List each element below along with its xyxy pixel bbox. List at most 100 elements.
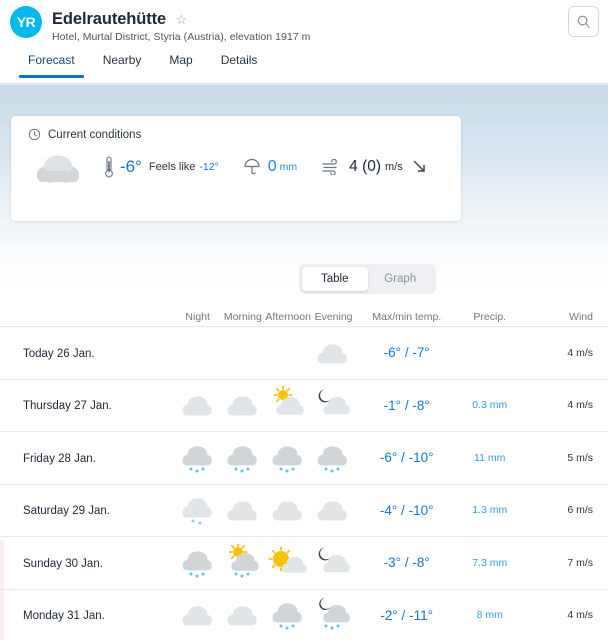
current-precipitation-unit: mm — [279, 161, 298, 173]
day-label: Friday 28 Jan. — [23, 452, 96, 465]
temperature-range: -3° / -8° — [356, 555, 457, 570]
view-toggle: Table Graph — [299, 264, 436, 294]
partly-sunny-snow-icon — [220, 543, 265, 583]
table-row[interactable]: Monday 31 Jan. -2° / -11° 8 mm 4 m/s — [0, 590, 608, 640]
search-icon — [577, 15, 590, 28]
snow-icon — [175, 543, 220, 583]
arrow-south-east-icon — [413, 160, 425, 172]
temp-min: -7° — [412, 345, 430, 361]
wind-value: 4 m/s — [567, 399, 593, 412]
forecast-table-header: Night Morning Afternoon Evening Max/min … — [0, 303, 608, 327]
temp-separator: / — [401, 450, 405, 466]
feels-like-value: -12° — [199, 161, 219, 173]
snow-icon — [311, 438, 356, 478]
precipitation-value: 11 mm — [474, 451, 506, 464]
tab-details-label: Details — [220, 53, 258, 67]
page-title: Edelrautehütte — [52, 10, 167, 28]
light-snow-icon — [175, 490, 220, 530]
toggle-graph-button[interactable]: Graph — [368, 267, 434, 291]
tab-forecast-label: Forecast — [28, 53, 75, 67]
page-header: YR Edelrautehütte ☆ Hotel, Murtal Distri… — [0, 0, 608, 48]
tab-forecast[interactable]: Forecast — [14, 48, 89, 78]
temp-max: -2° — [380, 607, 398, 623]
wind-value: 4 m/s — [567, 609, 593, 622]
temperature-range: -4° / -10° — [356, 503, 457, 518]
temperature-range: -6° / -10° — [356, 450, 457, 465]
toggle-table-button[interactable]: Table — [302, 267, 368, 291]
cloudy-icon — [220, 385, 265, 425]
precipitation-value: 1.3 mm — [472, 504, 508, 517]
column-header-morning: Morning — [223, 311, 262, 323]
clock-icon — [28, 128, 41, 141]
temp-min: -11° — [409, 607, 433, 623]
temp-separator: / — [401, 502, 405, 518]
temp-max: -1° — [383, 397, 402, 413]
wind-value: 6 m/s — [567, 504, 593, 517]
partly-moon-snow-icon — [311, 595, 356, 635]
cloudy-icon — [311, 333, 356, 373]
temp-max: -6° — [383, 345, 402, 361]
column-header-temp: Max/min temp. — [372, 311, 442, 323]
column-header-wind: Wind — [569, 311, 593, 323]
cloudy-icon — [311, 490, 356, 530]
cloudy-icon — [175, 385, 220, 425]
star-outline-icon[interactable]: ☆ — [176, 12, 188, 28]
table-row[interactable]: Saturday 29 Jan. -4° / -10° 1.3 mm 6 m/s — [0, 485, 608, 537]
temperature-range: -1° / -8° — [356, 398, 457, 413]
table-row[interactable]: Today 26 Jan. -6° / -7° 4 m/s — [0, 327, 608, 380]
table-row[interactable]: Thursday 27 Jan. -1° / -8° 0.3 mm 4 m/s — [0, 380, 608, 432]
current-conditions-title: Current conditions — [48, 128, 142, 141]
current-conditions-header: Current conditions — [11, 116, 461, 141]
temperature-range: -2° / -11° — [356, 608, 457, 623]
precipitation-metric: 0 mm — [243, 157, 297, 177]
partly-sunny-icon — [266, 385, 311, 425]
cloudy-icon — [266, 490, 311, 530]
current-conditions-metrics: -6° Feels like -12° 0 mm 4 (0) m/s — [104, 155, 429, 179]
day-label: Today 26 Jan. — [23, 347, 95, 360]
snow-icon — [220, 438, 265, 478]
column-header-precip: Precip. — [473, 311, 507, 323]
current-precipitation-value: 0 — [267, 158, 277, 175]
wind-value: 5 m/s — [567, 451, 593, 464]
location-subtitle: Hotel, Murtal District, Styria (Austria)… — [52, 31, 311, 43]
yr-logo[interactable]: YR — [10, 6, 42, 38]
tab-details[interactable]: Details — [207, 48, 272, 78]
weather-icon-empty — [266, 333, 311, 373]
precipitation-value: 7.3 mm — [472, 556, 508, 569]
table-row[interactable]: Friday 28 Jan. -6° / -10° 11 mm 5 m/s — [0, 432, 608, 485]
column-header-night: Night — [185, 311, 210, 323]
cloudy-icon — [175, 595, 220, 635]
temp-max: -6° — [379, 450, 398, 466]
temp-max: -4° — [379, 502, 398, 518]
wind-value: 4 m/s — [567, 346, 593, 359]
forecast-table: Night Morning Afternoon Evening Max/min … — [0, 303, 608, 640]
search-button[interactable] — [568, 6, 599, 37]
yr-logo-text: YR — [16, 14, 36, 30]
tab-map[interactable]: Map — [155, 48, 206, 78]
current-wind-unit: m/s — [385, 161, 403, 173]
feels-like-label: Feels like — [148, 161, 196, 173]
column-header-afternoon: Afternoon — [265, 311, 311, 323]
precipitation-value: 0.3 mm — [472, 399, 508, 412]
day-label: Saturday 29 Jan. — [23, 505, 110, 518]
toggle-graph-label: Graph — [384, 273, 417, 285]
day-label: Monday 31 Jan. — [23, 610, 105, 623]
snow-icon — [266, 438, 311, 478]
wind-lines-icon — [322, 159, 338, 175]
tab-nearby[interactable]: Nearby — [89, 48, 156, 78]
cloudy-icon — [220, 595, 265, 635]
temp-max: -3° — [383, 555, 402, 571]
current-temperature: -6° — [120, 157, 142, 176]
table-row[interactable]: Sunday 30 Jan. -3° / -8° 7.3 mm 7 m/s — [0, 537, 608, 590]
cloudy-icon — [28, 149, 90, 185]
temp-separator: / — [401, 607, 406, 623]
partly-moon-icon — [311, 543, 356, 583]
snow-icon — [175, 438, 220, 478]
temp-min: -10° — [408, 502, 434, 518]
umbrella-icon — [244, 158, 260, 175]
temperature-metric: -6° Feels like -12° — [104, 155, 219, 179]
main-tabs: Forecast Nearby Map Details — [0, 48, 608, 84]
partly-moon-icon — [311, 385, 356, 425]
cloudy-icon — [220, 490, 265, 530]
precipitation-value: 8 mm — [476, 609, 503, 622]
